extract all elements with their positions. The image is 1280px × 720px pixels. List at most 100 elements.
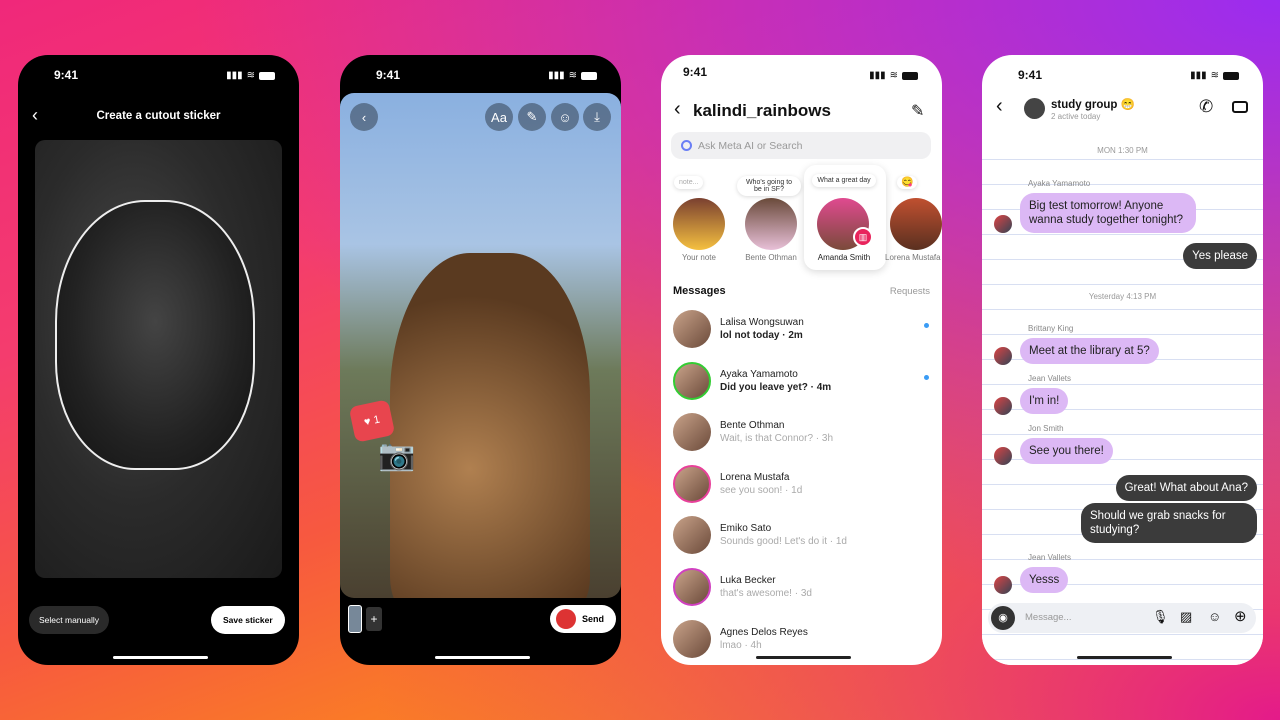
add-icon[interactable]: + [366,607,382,631]
message-bubble[interactable]: Yes please [1183,243,1257,269]
note-bubble: What a great day [812,174,876,187]
note-bubble: Who's going to be in SF? [737,176,801,196]
sticker-icon[interactable]: ☺ [551,103,579,131]
camera-icon[interactable]: ◉ [991,606,1015,630]
thread-preview: lol not today · 2m [720,330,803,341]
send-label: Send [582,614,605,624]
note-name: Bente Othman [745,253,797,262]
message-bubble[interactable]: Great! What about Ana? [1115,475,1257,501]
thread-row[interactable]: Emiko Sato Sounds good! Let's do it · 1d [671,514,933,558]
home-indicator [113,656,208,659]
avatar [673,516,711,555]
message-bubble[interactable]: Big test tomorrow! Anyone wanna study to… [1020,193,1196,233]
group-name[interactable]: study group 😁 [1051,97,1135,111]
status-icons: ▮▮▮ ≋ [548,70,597,81]
avatar [673,310,711,348]
thread-preview: lmao · 4h [720,639,762,651]
message-bubble[interactable]: Should we grab snacks for studying? [1081,503,1257,543]
birthday-cake-icon: ▥ [853,227,873,247]
phone-cutout-sticker: 9:41 ▮▮▮ ≋ ‹ Create a cutout sticker Sele… [18,55,299,665]
text-tool-button[interactable]: Aa [485,103,513,131]
avatar [994,576,1012,594]
avatar [994,447,1012,465]
microphone-icon[interactable]: 🎙 [1152,609,1169,625]
photo-canvas[interactable] [35,140,282,578]
status-time: 9:41 [376,68,401,82]
gallery-icon[interactable]: ▨ [1180,609,1192,625]
avatar [673,464,711,503]
home-indicator [435,656,530,659]
message-composer[interactable]: ◉ Message... 🎙 ▨ ☺ ⊕ [988,603,1256,633]
sender-name: Jon Smith [1028,424,1064,433]
video-call-icon[interactable] [1232,101,1248,113]
back-icon[interactable]: ‹ [996,95,1003,118]
download-icon[interactable]: ⤓ [583,103,611,131]
avatar [673,413,711,452]
group-avatar[interactable] [1024,98,1045,119]
message-bubble[interactable]: Meet at the library at 5? [1020,338,1159,364]
phone-icon[interactable]: ✆ [1199,97,1213,117]
avatar [673,198,725,250]
date-divider: Yesterday 4:13 PM [1088,292,1157,301]
unread-dot [924,323,929,328]
like-sticker[interactable]: ♥ 1 [348,399,396,443]
sender-name: Jean Vallets [1028,553,1071,562]
avatar [994,397,1012,415]
back-icon[interactable]: ‹ [674,98,681,121]
unread-dot [924,374,929,380]
thread-row[interactable]: Lalisa Wongsuwan lol not today · 2m [671,308,933,352]
phone-inbox: 9:41 ▮▮▮ ≋ ‹ kalindi_rainbows ✎ Ask Meta … [661,55,942,665]
thread-row[interactable]: Lorena Mustafa see you soon! · 1d [671,463,933,507]
status-icons: ▮▮▮ ≋ [1190,70,1239,81]
thumbnail[interactable] [348,605,362,633]
page-title: Create a cutout sticker [96,110,221,122]
avatar [890,198,942,250]
send-button[interactable]: Send [550,605,617,633]
status-time: 9:41 [1018,68,1043,82]
status-icons: ▮▮▮ ≋ [226,70,275,81]
avatar [745,198,797,250]
note-bubble: 😋 [897,176,918,189]
status-icons: ▮▮▮ ≋ [869,70,918,81]
message-bubble[interactable]: Yesss [1020,567,1069,593]
camera-sticker[interactable]: 📷 [378,438,415,473]
sender-name: Brittany King [1028,324,1074,333]
thread-preview: Sounds good! Let's do it · 1d [720,536,847,548]
save-sticker-button[interactable]: Save sticker [211,606,285,634]
thread-preview: that's awesome! · 3d [720,588,812,599]
thread-preview: Did you leave yet? · 4m [720,381,832,393]
note-bubble: note... [674,176,704,189]
draw-icon[interactable]: ✎ [518,103,546,131]
home-indicator [756,656,851,659]
like-count: 1 [372,413,381,427]
thread-name: Ayaka Yamamoto [720,368,798,380]
thread-row[interactable]: Bente Othman Wait, is that Connor? · 3h [671,411,933,455]
message-bubble[interactable]: See you there! [1020,438,1113,464]
search-input[interactable]: Ask Meta AI or Search [671,132,931,159]
back-icon[interactable]: ‹ [350,103,378,131]
people-hugging [390,253,590,598]
date-divider: MON 1:30 PM [1097,146,1148,155]
thread-row[interactable]: Ayaka Yamamoto Did you leave yet? · 4m [671,360,933,404]
avatar [994,215,1012,233]
message-bubble[interactable]: I'm in! [1020,388,1069,414]
status-time: 9:41 [54,68,79,82]
plus-icon[interactable]: ⊕ [1234,607,1247,625]
thread-row[interactable]: Agnes Delos Reyes lmao · 4h [671,618,933,662]
thread-row[interactable]: Luka Becker that's awesome! · 3d [671,566,933,610]
sticker-icon[interactable]: ☺ [1208,609,1221,624]
phone-story-editor: 9:41 ▮▮▮ ≋ ‹ Aa ✎ ☺ ⤓ ♥ 1 📷 + Send [340,55,621,665]
avatar [556,609,576,629]
thread-name: Lalisa Wongsuwan [720,317,804,328]
story-photo[interactable]: ‹ Aa ✎ ☺ ⤓ ♥ 1 📷 [340,93,621,598]
message-input[interactable]: Message... [1025,612,1071,623]
select-manually-button[interactable]: Select manually [29,606,110,634]
compose-icon[interactable]: ✎ [911,101,924,121]
note-name: Lorena Mustafa [885,253,941,262]
thread-preview: see you soon! · 1d [720,484,803,496]
messages-heading: Messages [673,285,726,297]
note-name: Amanda Smith [817,253,871,262]
thread-name: Agnes Delos Reyes [720,626,808,638]
avatar [994,347,1012,365]
requests-link[interactable]: Requests [890,286,930,297]
